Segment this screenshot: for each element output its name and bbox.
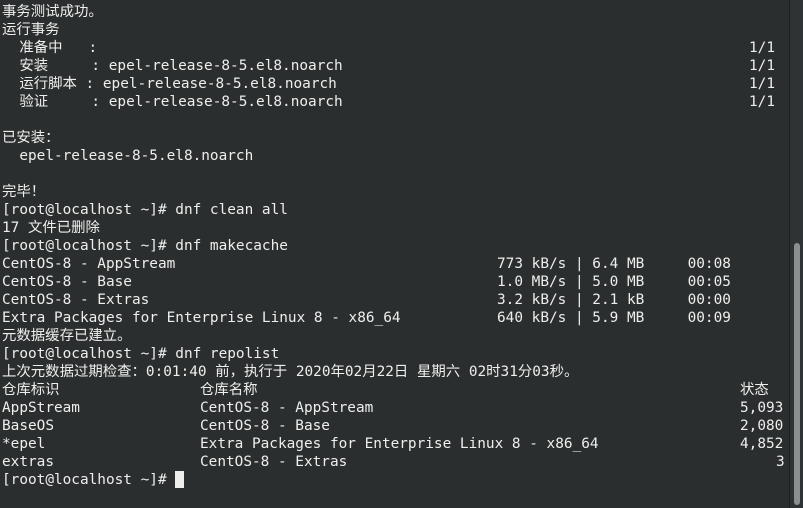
terminal-text: BaseOS bbox=[2, 418, 54, 434]
terminal-text: 状态 bbox=[740, 382, 769, 398]
terminal-line: 元数据缓存已建立。 bbox=[0, 327, 789, 345]
terminal-text: 已安装： bbox=[2, 130, 60, 146]
terminal-text: 完毕！ bbox=[2, 184, 46, 200]
terminal-text: 运行事务 bbox=[2, 22, 60, 38]
terminal-line: extras CentOS-8 - Extras 3 bbox=[0, 453, 789, 471]
scrollbar-divider bbox=[789, 0, 790, 508]
terminal-line: CentOS-8 - Base 1.0 MB/s | 5.0 MB 00:05 bbox=[0, 273, 789, 291]
terminal-text: [root@localhost ~]# dnf makecache bbox=[2, 238, 288, 254]
terminal-text: 4,852 bbox=[740, 436, 784, 452]
terminal-text: AppStream bbox=[2, 400, 80, 416]
terminal-text: 1/1 bbox=[749, 76, 775, 92]
terminal-text: Extra Packages for Enterprise Linux 8 - … bbox=[2, 310, 401, 326]
terminal-line: AppStream CentOS-8 - AppStream 5,093 bbox=[0, 399, 789, 417]
terminal-text: CentOS-8 - Base bbox=[2, 274, 132, 290]
terminal-text: 上次元数据过期检查：0:01:40 前，执行于 2020年02月22日 星期六 … bbox=[2, 364, 579, 380]
terminal-text: 1/1 bbox=[749, 94, 775, 110]
terminal-text: 运行脚本 : epel-release-8-5.el8.noarch bbox=[2, 76, 337, 92]
terminal-text: 准备中 : bbox=[2, 40, 98, 56]
terminal-line: 上次元数据过期检查：0:01:40 前，执行于 2020年02月22日 星期六 … bbox=[0, 363, 789, 381]
terminal-line: [root@localhost ~]# dnf repolist bbox=[0, 345, 789, 363]
terminal-text: 验证 : epel-release-8-5.el8.noarch bbox=[2, 94, 343, 110]
terminal-text: 安装 : epel-release-8-5.el8.noarch bbox=[2, 58, 343, 74]
terminal-line: [root@localhost ~]# dnf makecache bbox=[0, 237, 789, 255]
terminal-text: CentOS-8 - Extras bbox=[2, 292, 150, 308]
terminal-text: 640 kB/s | 5.9 MB 00:09 bbox=[497, 310, 731, 326]
terminal-line: [root@localhost ~]# dnf clean all bbox=[0, 201, 789, 219]
terminal-text: 3.2 kB/s | 2.1 kB 00:00 bbox=[497, 292, 731, 308]
terminal-text: 2,080 bbox=[740, 418, 784, 434]
terminal-text: 元数据缓存已建立。 bbox=[2, 328, 132, 344]
terminal-text: 1.0 MB/s | 5.0 MB 00:05 bbox=[497, 274, 731, 290]
terminal-text: 事务测试成功。 bbox=[2, 4, 103, 20]
terminal-text: 3 bbox=[776, 454, 785, 470]
vertical-scrollbar[interactable] bbox=[789, 0, 803, 508]
terminal-text: CentOS-8 - AppStream bbox=[200, 400, 374, 416]
terminal-text: 773 kB/s | 6.4 MB 00:08 bbox=[497, 256, 731, 272]
terminal-text: 仓库标识 bbox=[2, 382, 60, 398]
terminal-line: 验证 : epel-release-8-5.el8.noarch 1/1 bbox=[0, 93, 789, 111]
terminal-line: 已安装： bbox=[0, 129, 789, 147]
terminal-line: CentOS-8 - Extras 3.2 kB/s | 2.1 kB 00:00 bbox=[0, 291, 789, 309]
terminal-text: [root@localhost ~]# dnf repolist bbox=[2, 346, 280, 362]
terminal-line: 事务测试成功。 bbox=[0, 3, 789, 21]
scrollbar-thumb[interactable] bbox=[794, 243, 800, 505]
terminal-text: CentOS-8 - Extras bbox=[200, 454, 348, 470]
terminal-line: 准备中 : 1/1 bbox=[0, 39, 789, 57]
terminal-line: 运行脚本 : epel-release-8-5.el8.noarch 1/1 bbox=[0, 75, 789, 93]
terminal-line: Extra Packages for Enterprise Linux 8 - … bbox=[0, 309, 789, 327]
terminal-text: extras bbox=[2, 454, 54, 470]
terminal-line: BaseOS CentOS-8 - Base 2,080 bbox=[0, 417, 789, 435]
terminal-text: *epel bbox=[2, 436, 46, 452]
terminal-line: epel-release-8-5.el8.noarch bbox=[0, 147, 789, 165]
terminal-text: Extra Packages for Enterprise Linux 8 - … bbox=[200, 436, 599, 452]
terminal-text: [root@localhost ~]# dnf clean all bbox=[2, 202, 288, 218]
terminal-line: *epel Extra Packages for Enterprise Linux… bbox=[0, 435, 789, 453]
terminal-line: 安装 : epel-release-8-5.el8.noarch 1/1 bbox=[0, 57, 789, 75]
terminal-line: 仓库标识 仓库名称 状态 bbox=[0, 381, 789, 399]
terminal-line: 运行事务 bbox=[0, 21, 789, 39]
terminal-text: 1/1 bbox=[749, 40, 775, 56]
terminal-line: [root@localhost ~]# bbox=[0, 471, 789, 489]
terminal-output[interactable]: 事务测试成功。 运行事务 准备中 : 1/1 安装 : epel-release-8… bbox=[0, 0, 789, 508]
terminal-text: [root@localhost ~]# bbox=[2, 471, 184, 489]
terminal-line: 完毕！ bbox=[0, 183, 789, 201]
terminal-line: 17 文件已删除 bbox=[0, 219, 789, 237]
terminal-text: CentOS-8 - Base bbox=[200, 418, 330, 434]
terminal-line: CentOS-8 - AppStream 773 kB/s | 6.4 MB 00… bbox=[0, 255, 789, 273]
terminal-text: CentOS-8 - AppStream bbox=[2, 256, 176, 272]
text-cursor bbox=[174, 471, 184, 488]
terminal-text: 仓库名称 bbox=[200, 382, 258, 398]
terminal-text: 1/1 bbox=[749, 58, 775, 74]
terminal-text: 5,093 bbox=[740, 400, 784, 416]
terminal-text: 17 文件已删除 bbox=[2, 220, 100, 236]
terminal-text: epel-release-8-5.el8.noarch bbox=[2, 148, 254, 164]
